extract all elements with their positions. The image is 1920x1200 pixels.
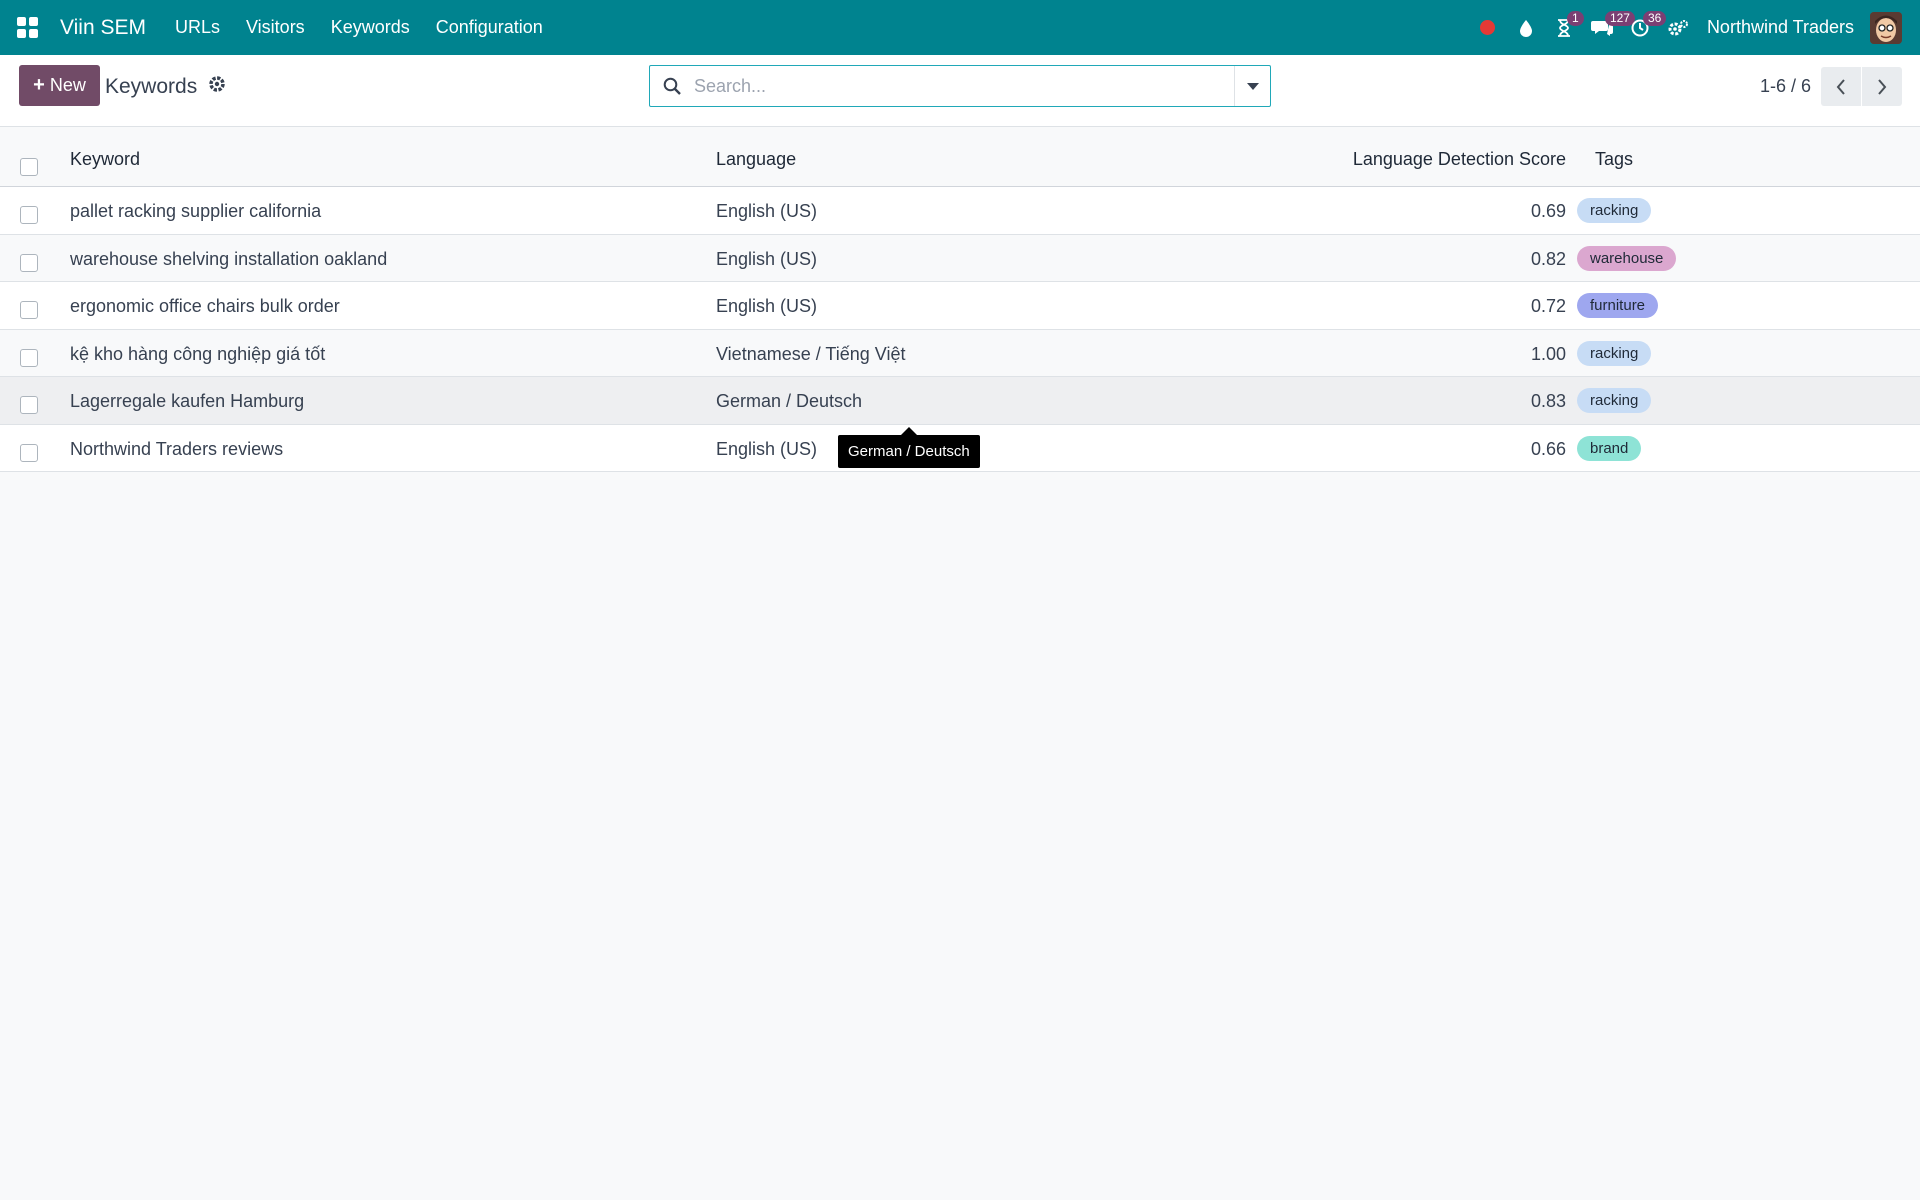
language-tooltip: German / Deutsch bbox=[838, 427, 980, 468]
table-header: Keyword Language Language Detection Scor… bbox=[0, 128, 1920, 187]
new-button[interactable]: + New bbox=[19, 65, 100, 106]
messages-button[interactable]: 127 bbox=[1583, 0, 1635, 55]
keyword-cell: kệ kho hàng công nghiệp giá tốt bbox=[70, 343, 326, 364]
column-header-keyword[interactable]: Keyword bbox=[70, 149, 140, 170]
tag-badge[interactable]: brand bbox=[1577, 435, 1642, 461]
language-cell: Vietnamese / Tiếng Việt bbox=[716, 343, 906, 364]
chevron-left-icon bbox=[1836, 78, 1845, 95]
apps-icon bbox=[17, 17, 38, 38]
keywords-list: Keyword Language Language Detection Scor… bbox=[0, 128, 1920, 472]
row-checkbox[interactable] bbox=[20, 206, 38, 224]
score-cell: 1.00 bbox=[1530, 343, 1566, 364]
row-checkbox[interactable] bbox=[20, 253, 38, 272]
menu-item-keywords[interactable]: Keywords bbox=[331, 17, 410, 38]
timer-button[interactable]: 36 bbox=[1621, 0, 1667, 55]
keyword-cell: Northwind Traders reviews bbox=[70, 438, 284, 459]
menu-item-visitors[interactable]: Visitors bbox=[246, 17, 305, 38]
tag-badge[interactable]: warehouse bbox=[1577, 245, 1677, 271]
pager-next-button[interactable] bbox=[1862, 67, 1902, 106]
menu-item-configuration[interactable]: Configuration bbox=[436, 17, 543, 38]
page-title: Keywords bbox=[105, 75, 198, 98]
column-header-score[interactable]: Language Detection Score bbox=[1353, 149, 1566, 170]
language-cell: English (US) bbox=[716, 438, 818, 459]
caret-down-icon bbox=[1246, 82, 1259, 90]
table-row[interactable]: ergonomic office chairs bulk order Engli… bbox=[0, 282, 1920, 330]
language-cell: German / Deutsch bbox=[716, 391, 863, 411]
row-checkbox[interactable] bbox=[20, 348, 38, 367]
keyword-cell: pallet racking supplier california bbox=[70, 201, 322, 221]
apps-menu-button[interactable] bbox=[0, 0, 55, 55]
score-cell: 0.69 bbox=[1530, 201, 1566, 221]
pager-value[interactable]: 1-6 / 6 bbox=[1760, 76, 1811, 97]
score-cell: 0.66 bbox=[1530, 438, 1566, 459]
control-panel: + New Keywords 1-6 / 6 bbox=[0, 55, 1920, 127]
language-cell: English (US) bbox=[716, 201, 818, 221]
pager-previous-button[interactable] bbox=[1821, 67, 1861, 106]
search-input[interactable] bbox=[694, 67, 1234, 105]
score-cell: 0.83 bbox=[1530, 391, 1566, 411]
tag-badge[interactable]: furniture bbox=[1577, 293, 1659, 318]
drop-button[interactable] bbox=[1507, 0, 1545, 55]
column-header-tags[interactable]: Tags bbox=[1595, 149, 1633, 170]
settings-icon bbox=[1668, 19, 1688, 35]
keyword-cell: warehouse shelving installation oakland bbox=[70, 248, 388, 269]
language-cell: English (US) bbox=[716, 296, 818, 316]
settings-button[interactable] bbox=[1659, 0, 1697, 55]
row-checkbox[interactable] bbox=[20, 396, 38, 414]
search-icon bbox=[650, 66, 694, 106]
row-checkbox[interactable] bbox=[20, 301, 38, 319]
score-cell: 0.72 bbox=[1530, 296, 1566, 316]
new-button-label: New bbox=[49, 75, 86, 95]
tag-badge[interactable]: racking bbox=[1577, 198, 1652, 223]
activities-button[interactable]: 1 bbox=[1545, 0, 1584, 55]
score-cell: 0.82 bbox=[1530, 248, 1566, 269]
avatar-image bbox=[1870, 11, 1902, 44]
user-avatar[interactable] bbox=[1870, 11, 1902, 44]
activities-badge: 1 bbox=[1566, 11, 1584, 26]
recording-indicator[interactable] bbox=[1469, 0, 1507, 55]
drop-icon bbox=[1519, 19, 1532, 37]
table-row[interactable]: warehouse shelving installation oakland … bbox=[0, 234, 1920, 282]
top-navbar: Viin SEM URLs Visitors Keywords Configur… bbox=[0, 0, 1920, 55]
gear-icon[interactable] bbox=[207, 74, 227, 94]
tag-badge[interactable]: racking bbox=[1577, 388, 1652, 413]
language-cell: English (US) bbox=[716, 248, 818, 269]
plus-icon: + bbox=[33, 74, 45, 96]
app-brand[interactable]: Viin SEM bbox=[60, 16, 146, 40]
search-options-toggle[interactable] bbox=[1234, 66, 1270, 106]
recording-dot-icon bbox=[1480, 20, 1496, 35]
keyword-cell: Lagerregale kaufen Hamburg bbox=[70, 391, 305, 411]
table-row[interactable]: kệ kho hàng công nghiệp giá tốt Vietname… bbox=[0, 329, 1920, 377]
column-header-language[interactable]: Language bbox=[716, 149, 796, 170]
company-switcher[interactable]: Northwind Traders bbox=[1707, 17, 1854, 38]
row-checkbox[interactable] bbox=[20, 443, 38, 462]
table-row[interactable]: Lagerregale kaufen Hamburg German / Deut… bbox=[0, 377, 1920, 425]
search-bar bbox=[649, 65, 1271, 107]
select-all-checkbox[interactable] bbox=[20, 158, 38, 176]
keyword-cell: ergonomic office chairs bulk order bbox=[70, 296, 340, 316]
chevron-right-icon bbox=[1878, 78, 1887, 95]
menu-item-urls[interactable]: URLs bbox=[175, 17, 220, 38]
tag-badge[interactable]: racking bbox=[1577, 340, 1652, 366]
table-row[interactable]: pallet racking supplier california Engli… bbox=[0, 187, 1920, 235]
